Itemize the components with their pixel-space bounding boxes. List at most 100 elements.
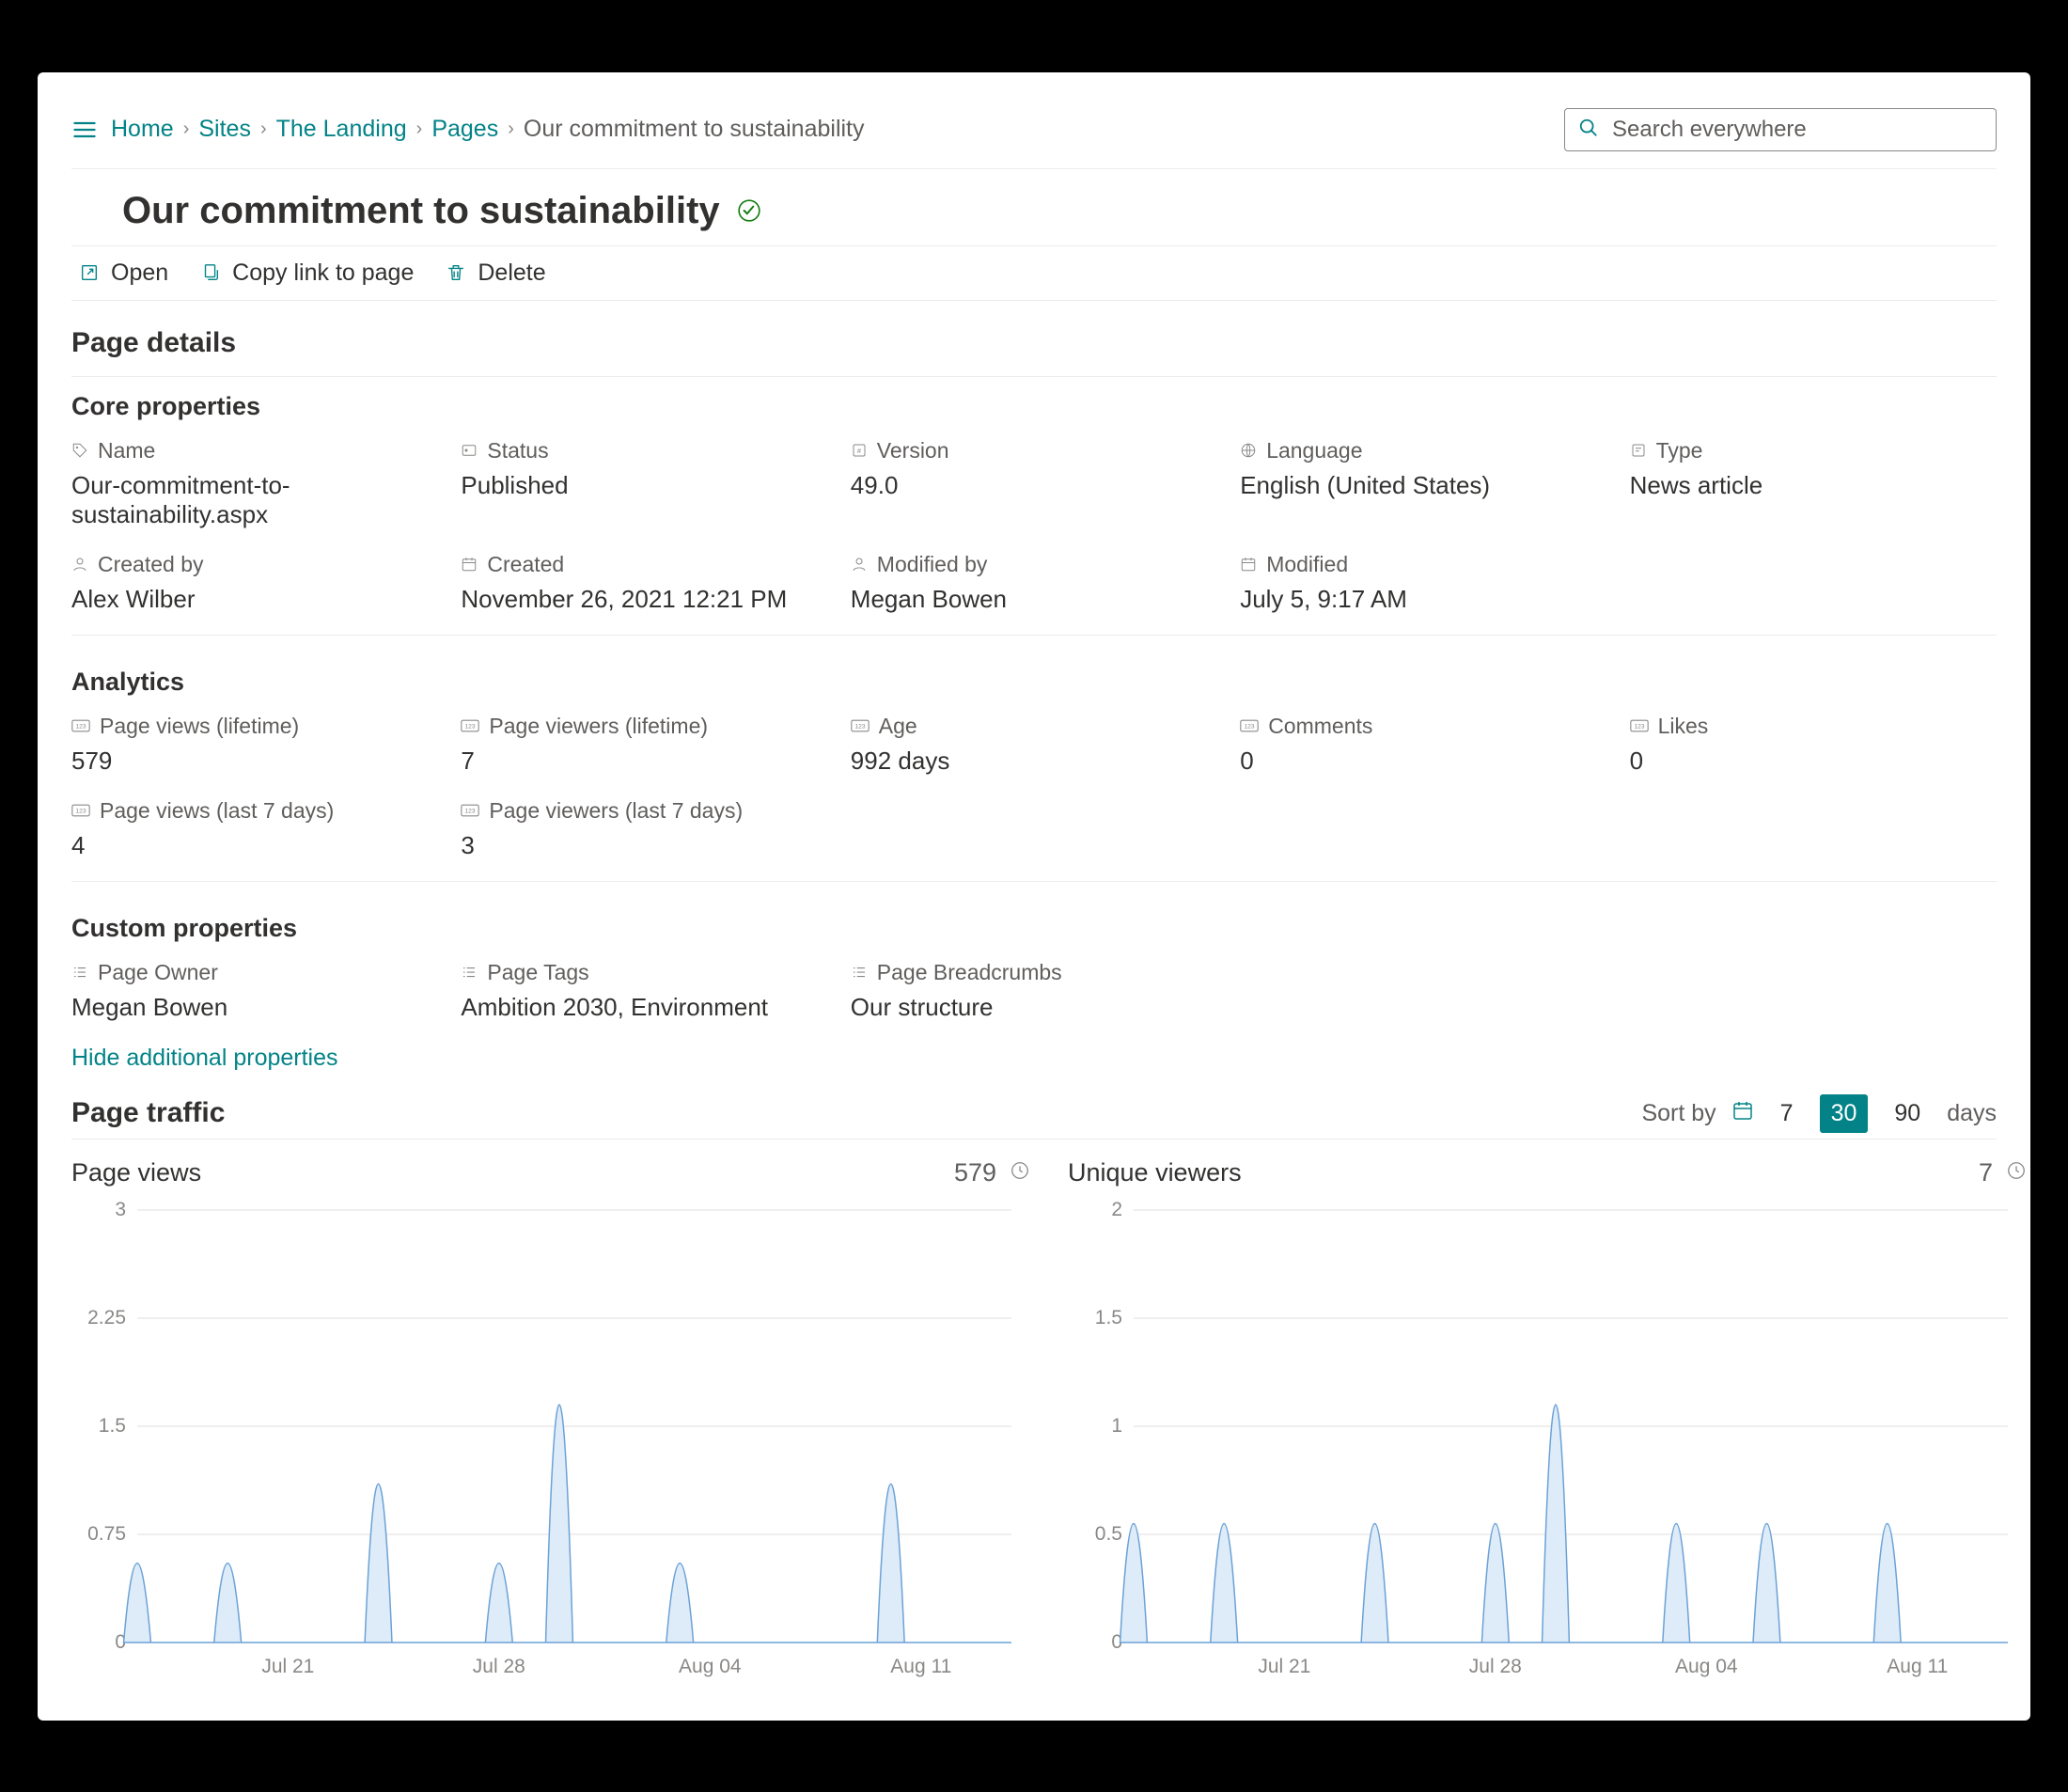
svg-text:0.75: 0.75 — [87, 1523, 126, 1545]
list-icon — [851, 964, 868, 981]
range-90-button[interactable]: 90 — [1883, 1094, 1932, 1133]
prop-modified: Modified July 5, 9:17 AM — [1240, 552, 1606, 614]
person-icon — [851, 556, 868, 573]
open-icon — [79, 262, 100, 283]
chart-title: Unique viewers — [1068, 1158, 1242, 1187]
prop-language: Language English (United States) — [1240, 438, 1606, 529]
svg-text:3: 3 — [115, 1201, 126, 1220]
page-traffic-heading: Page traffic — [71, 1097, 225, 1129]
metric-icon: 123 — [1630, 719, 1649, 732]
copy-link-button[interactable]: Copy link to page — [200, 259, 414, 287]
search-input[interactable] — [1612, 117, 1982, 143]
breadcrumb-row: Home › Sites › The Landing › Pages › Our… — [71, 116, 865, 143]
svg-text:1.5: 1.5 — [99, 1415, 126, 1437]
prop-viewers-lifetime: 123Page viewers (lifetime) 7 — [461, 714, 827, 776]
prop-created: Created November 26, 2021 12:21 PM — [461, 552, 827, 614]
prop-views-7d: 123Page views (last 7 days) 4 — [71, 798, 438, 860]
status-icon — [461, 442, 478, 459]
prop-page-breadcrumbs: Page Breadcrumbs Our structure — [851, 960, 1217, 1022]
hide-properties-link[interactable]: Hide additional properties — [71, 1045, 338, 1072]
range-30-button[interactable]: 30 — [1820, 1094, 1869, 1133]
hamburger-icon[interactable] — [71, 117, 98, 143]
delete-label: Delete — [478, 259, 545, 287]
svg-text:123: 123 — [465, 809, 476, 815]
analytics-grid: 123Page views (lifetime) 579 123Page vie… — [71, 706, 1997, 882]
chevron-right-icon: › — [260, 118, 267, 140]
calendar-icon — [461, 556, 478, 573]
svg-text:#: # — [857, 447, 862, 455]
page-toolbar: Open Copy link to page Delete — [71, 245, 1997, 301]
clock-icon — [1010, 1158, 1030, 1187]
svg-text:1.5: 1.5 — [1095, 1307, 1122, 1328]
area-chart-svg: 00.751.52.253Jul 21Jul 28Aug 04Aug 11 — [71, 1201, 1030, 1690]
breadcrumb-site[interactable]: The Landing — [276, 116, 407, 143]
chevron-right-icon: › — [183, 118, 190, 140]
prop-comments: 123Comments 0 — [1240, 714, 1606, 776]
svg-text:Jul 28: Jul 28 — [473, 1656, 525, 1677]
custom-properties-grid: Page Owner Megan Bowen Page Tags Ambitio… — [71, 952, 1997, 1045]
list-icon — [71, 964, 88, 981]
svg-text:2.25: 2.25 — [87, 1307, 126, 1328]
svg-text:2: 2 — [1111, 1201, 1122, 1220]
tag-icon — [71, 442, 88, 459]
calendar-icon — [1240, 556, 1257, 573]
breadcrumb-pages[interactable]: Pages — [431, 116, 498, 143]
svg-text:Jul 28: Jul 28 — [1469, 1656, 1522, 1677]
chevron-right-icon: › — [508, 118, 514, 140]
svg-text:0.5: 0.5 — [1095, 1523, 1122, 1545]
prop-views-lifetime: 123Page views (lifetime) 579 — [71, 714, 438, 776]
svg-text:123: 123 — [75, 809, 86, 815]
prop-viewers-7d: 123Page viewers (last 7 days) 3 — [461, 798, 827, 860]
metric-icon: 123 — [461, 804, 479, 817]
core-properties-grid: Name Our-commitment-to-sustainability.as… — [71, 431, 1997, 636]
charts-row: Page views 579 00.751.52.253Jul 21Jul 28… — [71, 1158, 1997, 1692]
analytics-heading: Analytics — [71, 652, 1997, 697]
breadcrumb: Home › Sites › The Landing › Pages › Our… — [111, 116, 865, 143]
search-box[interactable] — [1564, 108, 1997, 151]
chevron-right-icon: › — [416, 118, 423, 140]
prop-status: Status Published — [461, 438, 827, 529]
title-row: Our commitment to sustainability — [71, 168, 1997, 245]
chart-total: 579 — [954, 1158, 996, 1187]
breadcrumb-home[interactable]: Home — [111, 116, 174, 143]
prop-modified-by: Modified by Megan Bowen — [851, 552, 1217, 614]
search-icon — [1578, 118, 1599, 141]
svg-text:123: 123 — [1245, 724, 1255, 731]
days-label: days — [1947, 1100, 1997, 1127]
person-icon — [71, 556, 88, 573]
area-chart-svg: 00.511.52Jul 21Jul 28Aug 04Aug 11 — [1068, 1201, 2027, 1690]
prop-likes: 123Likes 0 — [1630, 714, 1997, 776]
svg-text:123: 123 — [75, 724, 86, 731]
delete-button[interactable]: Delete — [446, 259, 545, 287]
svg-text:Jul 21: Jul 21 — [1258, 1656, 1310, 1677]
metric-icon: 123 — [71, 804, 90, 817]
breadcrumb-current: Our commitment to sustainability — [524, 116, 865, 143]
chart-title: Page views — [71, 1158, 201, 1187]
page-views-chart: Page views 579 00.751.52.253Jul 21Jul 28… — [71, 1158, 1030, 1692]
prop-name: Name Our-commitment-to-sustainability.as… — [71, 438, 438, 529]
metric-icon: 123 — [461, 719, 479, 732]
traffic-header: Page traffic Sort by 7 30 90 days — [71, 1094, 1997, 1140]
chart-total: 7 — [1979, 1158, 1993, 1187]
prop-page-tags: Page Tags Ambition 2030, Environment — [461, 960, 827, 1022]
open-button[interactable]: Open — [79, 259, 168, 287]
breadcrumb-sites[interactable]: Sites — [198, 116, 251, 143]
metric-icon: 123 — [1240, 719, 1259, 732]
globe-icon — [1240, 442, 1257, 459]
list-icon — [461, 964, 478, 981]
copy-link-icon — [200, 262, 221, 283]
custom-properties-heading: Custom properties — [71, 899, 1997, 943]
copy-link-label: Copy link to page — [232, 259, 414, 287]
metric-icon: 123 — [851, 719, 870, 732]
metric-icon: 123 — [71, 719, 90, 732]
range-7-button[interactable]: 7 — [1769, 1094, 1805, 1133]
prop-page-owner: Page Owner Megan Bowen — [71, 960, 438, 1022]
date-picker-icon[interactable] — [1731, 1099, 1754, 1128]
prop-type: Type News article — [1630, 438, 1997, 529]
page-title: Our commitment to sustainability — [122, 190, 720, 232]
svg-text:Aug 04: Aug 04 — [1675, 1656, 1738, 1677]
sort-by-label: Sort by — [1641, 1100, 1716, 1127]
prop-age: 123Age 992 days — [851, 714, 1217, 776]
prop-created-by: Created by Alex Wilber — [71, 552, 438, 614]
svg-text:123: 123 — [854, 724, 865, 731]
